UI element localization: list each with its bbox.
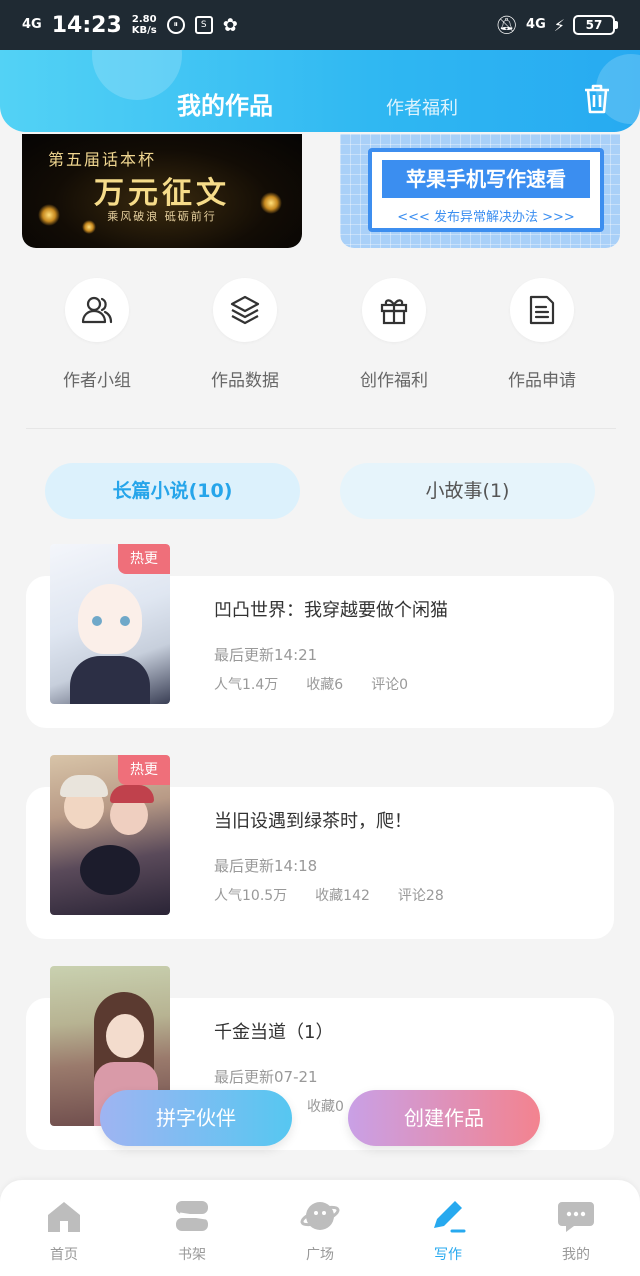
- shortcut-creation-benefits[interactable]: 创作福利: [334, 278, 454, 391]
- nav-square[interactable]: 广场: [270, 1198, 370, 1264]
- work-favorites: 收藏0: [307, 1099, 344, 1115]
- tab-short-stories[interactable]: 小故事(1): [340, 463, 595, 519]
- work-title: 凹凸世界：我穿越要做个闲猫: [214, 600, 448, 621]
- firework-decoration: [82, 220, 96, 234]
- divider: [26, 428, 616, 429]
- battery-level: 57: [573, 15, 615, 35]
- home-icon: [48, 1202, 80, 1232]
- work-comments: 评论28: [397, 888, 444, 904]
- work-comments: 评论0: [371, 677, 409, 693]
- author-group-icon: [81, 296, 113, 324]
- work-favorites: 收藏6: [306, 677, 344, 693]
- nav-bookshelf[interactable]: 书架: [142, 1198, 242, 1264]
- cover-calligraphy: [56, 976, 92, 1036]
- tab-author-benefits[interactable]: 作者福利: [386, 94, 458, 120]
- create-work-button[interactable]: 创建作品: [348, 1090, 540, 1146]
- work-title: 当旧设遇到绿茶时，爬！: [214, 811, 412, 832]
- work-favorites: 收藏142: [315, 888, 370, 904]
- work-title: 千金当道（1）: [214, 1022, 334, 1043]
- tab-my-works[interactable]: 我的作品: [177, 86, 273, 121]
- layers-icon: [230, 295, 260, 325]
- nav-label: 广场: [306, 1247, 334, 1263]
- planet-icon: [300, 1202, 340, 1230]
- document-icon: [529, 295, 555, 325]
- banner-iphone-guide[interactable]: 苹果手机写作速看 <<< 发布异常解决办法 >>>: [340, 134, 620, 248]
- banner-iphone-title: 苹果手机写作速看: [382, 160, 590, 198]
- work-cover[interactable]: 热更: [50, 544, 170, 704]
- work-last-update: 最后更新14:21: [214, 646, 318, 664]
- network-speed: 2.80 KB/s: [132, 14, 157, 36]
- notification-icon: ⏸: [166, 16, 185, 34]
- bottom-nav: 首页 书架 广场 写作 我的: [0, 1180, 640, 1276]
- mute-icon: 🔕︎: [495, 14, 519, 36]
- partner-button[interactable]: 拼字伙伴: [100, 1090, 292, 1146]
- trash-icon[interactable]: [582, 83, 612, 115]
- work-last-update: 最后更新14:18: [214, 857, 318, 875]
- work-popularity: 人气1.4万: [214, 677, 279, 693]
- gift-icon: [380, 299, 408, 325]
- tab-long-novels[interactable]: 长篇小说(10): [45, 463, 300, 519]
- firework-decoration: [38, 204, 60, 226]
- nav-label: 书架: [178, 1247, 206, 1263]
- banner-contest-subtitle: 乘风破浪 砥砺前行: [107, 210, 217, 223]
- shortcut-label: 创作福利: [360, 371, 428, 391]
- chat-icon: [558, 1202, 594, 1232]
- network-indicator-right: 4G: [526, 17, 546, 32]
- charging-icon: ⚡: [553, 15, 565, 35]
- hot-badge: 热更: [118, 755, 170, 785]
- bookshelf-icon: [176, 1201, 208, 1231]
- shortcut-work-application[interactable]: 作品申请: [482, 278, 602, 391]
- clock: 14:23: [51, 12, 122, 38]
- header: 我的作品 作者福利: [0, 50, 640, 132]
- shortcut-label: 作品数据: [211, 371, 279, 391]
- nav-label: 首页: [50, 1247, 78, 1263]
- nav-label: 我的: [562, 1247, 590, 1263]
- network-speed-unit: KB/s: [131, 25, 157, 36]
- banner-iphone-subtitle: <<< 发布异常解决办法 >>>: [397, 210, 575, 225]
- network-speed-value: 2.80: [131, 14, 157, 25]
- nav-mine[interactable]: 我的: [526, 1198, 626, 1264]
- shortcut-work-data[interactable]: 作品数据: [185, 278, 305, 391]
- shortcut-label: 作者小组: [63, 371, 131, 391]
- notification-icon-2: S: [194, 16, 213, 34]
- work-last-update: 最后更新07-21: [214, 1068, 318, 1086]
- firework-decoration: [260, 192, 282, 214]
- shortcut-author-group[interactable]: 作者小组: [37, 278, 157, 391]
- banner-contest-small: 第五届话本杯: [48, 150, 157, 169]
- battery-icon: 57: [573, 15, 618, 35]
- pen-icon: [434, 1201, 466, 1233]
- fan-icon: ✿: [222, 14, 238, 36]
- nav-write[interactable]: 写作: [398, 1198, 498, 1264]
- status-bar: 4G 14:23 2.80 KB/s ⏸ S ✿ 🔕︎ 4G ⚡ 57: [0, 0, 640, 50]
- network-indicator: 4G: [22, 17, 42, 32]
- hot-badge: 热更: [118, 544, 170, 574]
- nav-label: 写作: [434, 1247, 462, 1263]
- shortcut-label: 作品申请: [508, 371, 576, 391]
- nav-home[interactable]: 首页: [14, 1198, 114, 1264]
- work-cover[interactable]: 热更: [50, 755, 170, 915]
- banner-contest[interactable]: 第五届话本杯 万元征文 乘风破浪 砥砺前行: [22, 134, 302, 248]
- work-popularity: 人气10.5万: [214, 888, 288, 904]
